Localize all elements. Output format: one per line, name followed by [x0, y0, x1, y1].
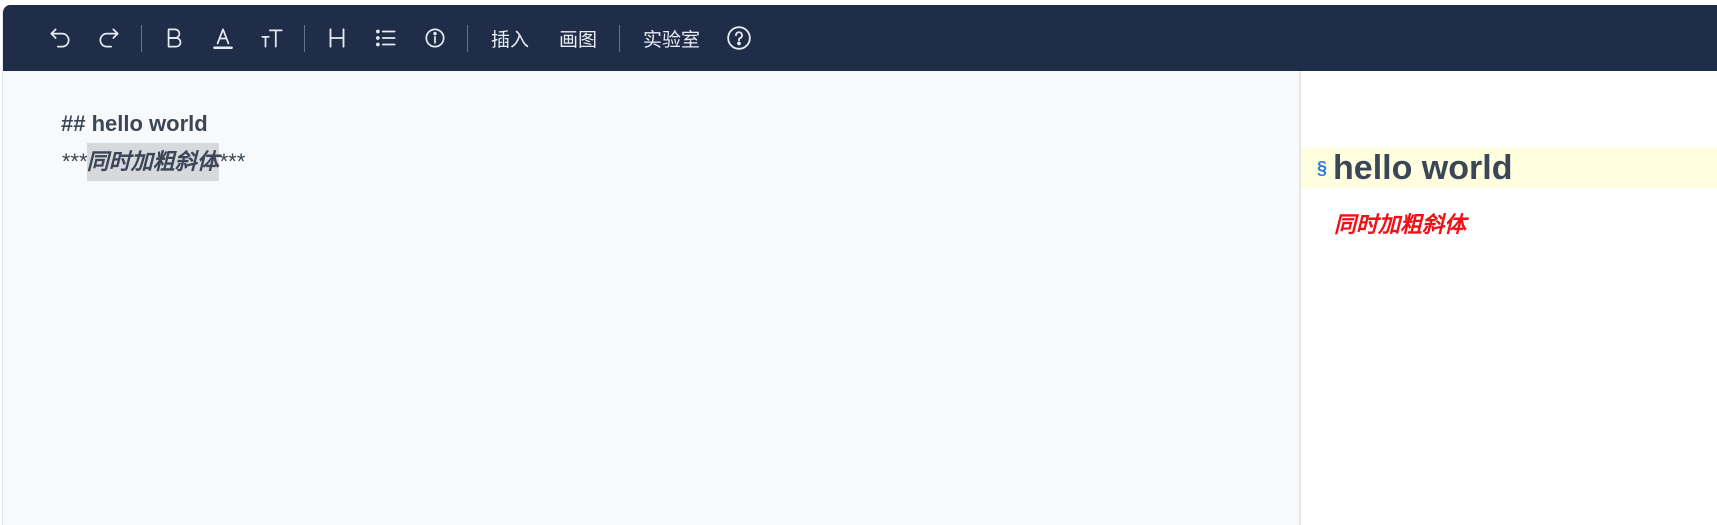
- info-button[interactable]: [415, 18, 455, 58]
- source-line-emphasis[interactable]: ***同时加粗斜体***: [61, 143, 1299, 181]
- toolbar-separator: [304, 24, 305, 52]
- bold-button[interactable]: [154, 18, 194, 58]
- header-icon: [329, 28, 345, 48]
- toolbar-separator: [619, 24, 621, 52]
- toolbar-separator: [467, 24, 468, 52]
- source-line-heading[interactable]: ## hello world: [61, 105, 1299, 143]
- emphasis-marker-open: ***: [61, 149, 87, 174]
- preview-heading: hello world: [1333, 148, 1513, 187]
- info-icon: [425, 28, 445, 48]
- font-size-icon: [261, 29, 283, 48]
- font-color-icon: [213, 28, 233, 49]
- font-size-button[interactable]: [252, 18, 292, 58]
- help-icon: [727, 26, 751, 50]
- help-button[interactable]: [719, 18, 759, 58]
- emphasis-marker-close: ***: [218, 149, 245, 174]
- draw-menu[interactable]: 画图: [548, 18, 608, 58]
- bold-icon: [167, 28, 182, 48]
- redo-button[interactable]: [89, 18, 129, 58]
- preview-pane: § hello world 同时加粗斜体: [1301, 71, 1717, 525]
- list-icon: [376, 29, 396, 47]
- list-button[interactable]: [366, 18, 406, 58]
- heading-anchor-link[interactable]: §: [1317, 158, 1327, 179]
- undo-icon: [50, 28, 70, 48]
- insert-menu[interactable]: 插入: [480, 18, 540, 58]
- toolbar: 插入 画图 实验室: [3, 5, 1717, 71]
- header-button[interactable]: [317, 18, 357, 58]
- preview-emphasis-text: 同时加粗斜体: [1334, 212, 1467, 237]
- selected-text[interactable]: 同时加粗斜体: [86, 143, 219, 181]
- preview-heading-row: § hello world: [1301, 148, 1717, 188]
- font-color-button[interactable]: [203, 18, 243, 58]
- lab-menu[interactable]: 实验室: [632, 18, 711, 58]
- markdown-source-pane[interactable]: ## hello world ***同时加粗斜体***: [3, 71, 1299, 525]
- redo-icon: [99, 28, 119, 48]
- undo-button[interactable]: [40, 18, 80, 58]
- toolbar-separator: [141, 24, 142, 52]
- markdown-editor: 插入 画图 实验室 ## hello world ***同时加粗斜体*** § …: [2, 5, 1717, 525]
